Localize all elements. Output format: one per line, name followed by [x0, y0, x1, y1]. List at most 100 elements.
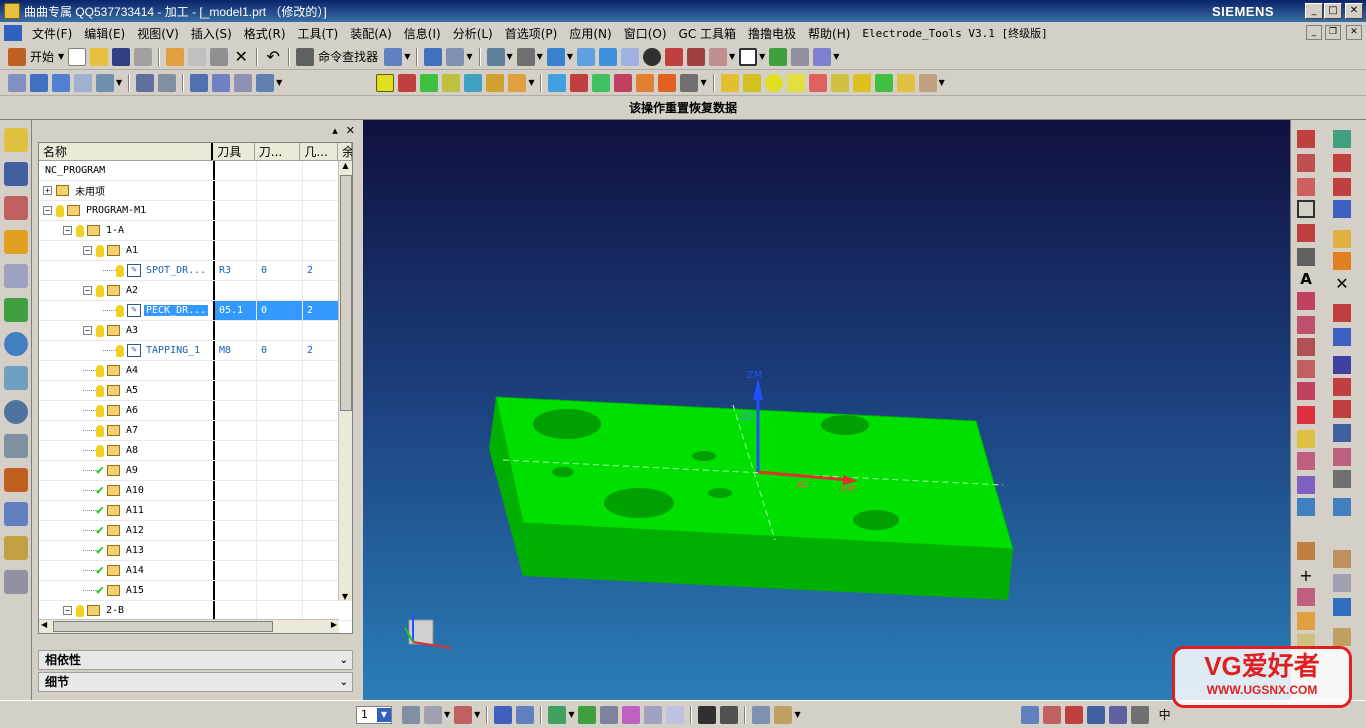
tree-cell-name[interactable]: ✔ A9 [39, 461, 215, 480]
tree-row[interactable]: A7 [39, 421, 352, 441]
edge-blend-icon[interactable] [1333, 304, 1351, 322]
ec-tool-7-icon[interactable] [508, 73, 527, 92]
collapse-icon[interactable]: − [63, 226, 72, 235]
snap-point-3-icon[interactable] [600, 705, 619, 724]
snap-point-5-icon[interactable] [644, 705, 663, 724]
wcs-dynamics-icon[interactable] [454, 705, 473, 724]
extrude-icon[interactable] [1333, 130, 1351, 148]
ec-dropdown-2-icon[interactable]: ▼ [700, 78, 706, 87]
wcs-dropdown-icon[interactable]: ▼ [474, 710, 480, 719]
program-order-view-icon[interactable] [136, 73, 155, 92]
tree-cell-name[interactable]: − 1-A [39, 221, 215, 240]
shaded-icon[interactable] [546, 47, 565, 66]
crosshair-icon[interactable]: + [1297, 566, 1315, 585]
delete-body-icon[interactable]: ✕ [1333, 274, 1351, 293]
tree-row[interactable]: ✔ A9 [39, 461, 352, 481]
tree-cell-name[interactable]: A4 [39, 361, 215, 380]
cylinder-icon[interactable] [1333, 230, 1351, 248]
tree-cell-name[interactable]: ✔ A11 [39, 501, 215, 520]
view-cube-iso-icon[interactable] [620, 47, 639, 66]
tree-row[interactable]: − 1-A [39, 221, 352, 241]
measure-angle-icon[interactable] [774, 705, 793, 724]
doc-restore-button[interactable]: ❐ [1325, 25, 1341, 40]
grid-2-icon[interactable] [720, 705, 739, 724]
ec-tool-24-icon[interactable] [918, 73, 937, 92]
filter-dropdown-icon[interactable]: ▼ [466, 52, 472, 61]
tree-vertical-scrollbar[interactable]: ▲ ▼ [338, 161, 352, 601]
measure-dropdown-icon[interactable]: ▼ [794, 710, 800, 719]
dependencies-panel[interactable]: 相依性 ⌄ [38, 650, 353, 670]
print-preview-icon[interactable] [1333, 628, 1351, 646]
doc-close-button[interactable]: ✕ [1346, 25, 1362, 40]
machine-tool-view-icon[interactable] [158, 73, 177, 92]
command-finder-icon[interactable] [296, 47, 315, 66]
tree-cell-name[interactable]: A6 [39, 401, 215, 420]
layer-dropdown-icon[interactable]: ▼ [377, 707, 391, 722]
column-tool[interactable]: 刀具 [213, 143, 255, 160]
menu-format[interactable]: 格式(R) [238, 25, 292, 42]
selection-filter-icon[interactable] [446, 47, 465, 66]
datum-icon[interactable] [1297, 612, 1315, 630]
part-model[interactable]: ZM ZC XC XM [363, 120, 1290, 700]
create-geometry-icon[interactable] [52, 73, 70, 92]
analysis-icon[interactable] [813, 47, 832, 66]
menu-window[interactable]: 窗口(O) [618, 25, 673, 42]
snap-dropdown-icon[interactable]: ▼ [568, 710, 574, 719]
ec-tool-16-icon[interactable] [742, 73, 761, 92]
ec-tool-19-icon[interactable] [808, 73, 827, 92]
work-layer-select[interactable]: 1 ▼ [356, 705, 392, 724]
ec-tool-22-icon[interactable] [874, 73, 893, 92]
ec-tool-3-icon[interactable] [420, 73, 439, 92]
hole-icon[interactable] [1333, 178, 1351, 196]
view-cube-top-icon[interactable] [598, 47, 617, 66]
pin-icon[interactable]: ▴ [332, 124, 338, 137]
menu-electrode-tools[interactable]: Electrode_Tools V3.1 [终级版] [856, 25, 1053, 41]
tree-cell-name[interactable]: ✔ A13 [39, 541, 215, 560]
animal-icon[interactable] [1333, 550, 1351, 568]
tree-row[interactable]: ✎ TAPPING_1 M8 0 2 [39, 341, 352, 361]
tool-icon[interactable] [1297, 542, 1315, 560]
point-construct-icon[interactable] [494, 705, 513, 724]
menu-preferences[interactable]: 首选项(P) [499, 25, 564, 42]
split-icon[interactable] [1297, 476, 1315, 494]
close-button[interactable]: ✕ [1345, 3, 1363, 19]
ec-tool-11-icon[interactable] [614, 73, 633, 92]
menu-application[interactable]: 应用(N) [563, 25, 617, 42]
ec-tool-12-icon[interactable] [636, 73, 655, 92]
background-icon[interactable] [739, 47, 758, 66]
process-studio-tab-icon[interactable] [4, 468, 28, 492]
bottom-right-tool-5-icon[interactable] [1108, 705, 1127, 724]
tree-row[interactable]: ✔ A14 [39, 561, 352, 581]
bottom-right-tool-1-icon[interactable] [1020, 705, 1039, 724]
print-icon[interactable] [134, 47, 153, 66]
undo-icon[interactable]: ↶ [264, 47, 282, 66]
grid-icon[interactable] [698, 705, 717, 724]
bottom-right-tool-2-icon[interactable] [1042, 705, 1061, 724]
menu-view[interactable]: 视图(V) [131, 25, 185, 42]
revolve-icon[interactable] [1333, 154, 1351, 172]
training-tab-icon[interactable] [4, 570, 28, 594]
subtract-icon[interactable] [1333, 424, 1351, 442]
assembly-navigator-tab-icon[interactable] [4, 196, 28, 220]
menu-help[interactable]: 帮助(H) [802, 25, 856, 42]
geometry-view-icon[interactable] [190, 73, 209, 92]
layer-icon[interactable] [791, 47, 810, 66]
doc-minimize-button[interactable]: _ [1306, 25, 1322, 40]
menu-analysis[interactable]: 分析(L) [447, 25, 499, 42]
block-icon[interactable] [1333, 200, 1351, 218]
web-browser-tab-icon[interactable] [4, 332, 28, 356]
shaded-dropdown-icon[interactable]: ▼ [567, 52, 573, 61]
tree-row[interactable]: + 未用项 [39, 181, 352, 201]
csys-icon[interactable] [1297, 588, 1315, 606]
show-dropdown-icon[interactable]: ▼ [729, 52, 735, 61]
collapse-icon[interactable]: − [43, 206, 52, 215]
draft-icon[interactable] [1333, 356, 1351, 374]
tree-row[interactable]: − A2 [39, 281, 352, 301]
tree-row[interactable]: A5 [39, 381, 352, 401]
menu-information[interactable]: 信息(I) [398, 25, 447, 42]
menu-edit[interactable]: 编辑(E) [78, 25, 131, 42]
background-dropdown-icon[interactable]: ▼ [759, 52, 765, 61]
ec-tool-14-icon[interactable] [680, 73, 699, 92]
tree-row[interactable]: ✔ A10 [39, 481, 352, 501]
create-tool-icon[interactable] [30, 73, 48, 92]
